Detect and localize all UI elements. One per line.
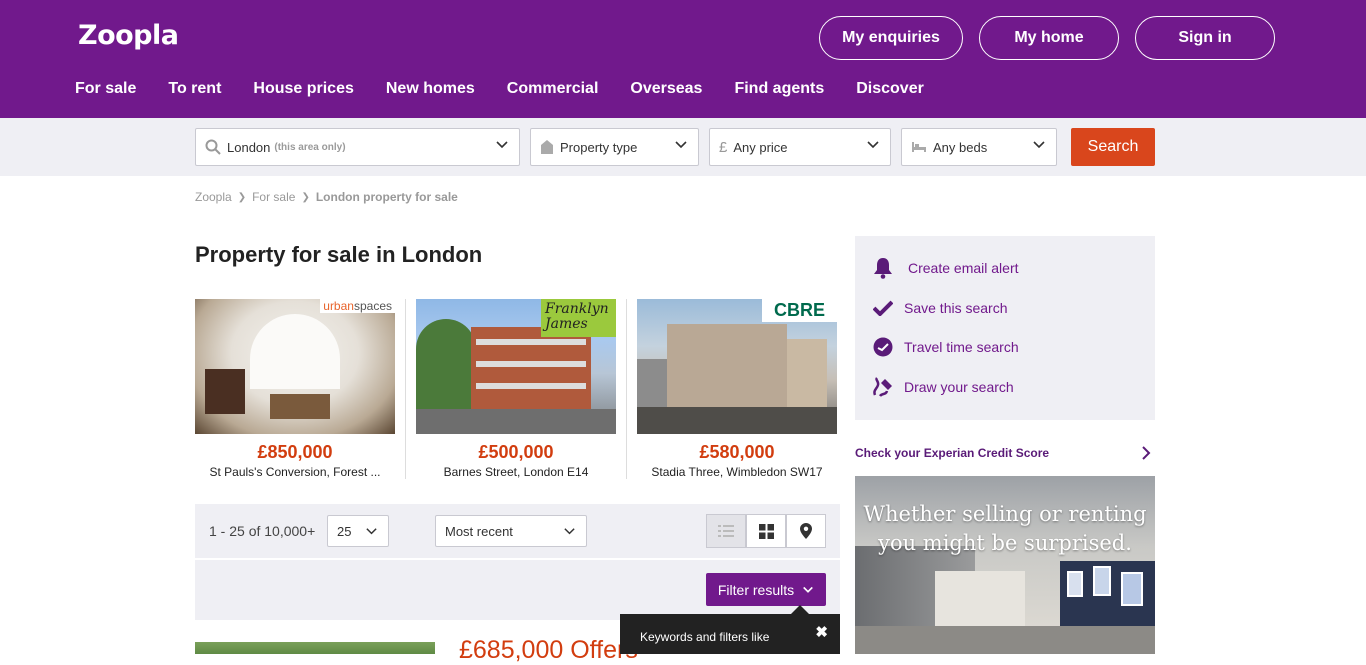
nav-to-rent[interactable]: To rent (168, 80, 221, 98)
my-home-button[interactable]: My home (979, 16, 1119, 60)
featured-property-card[interactable]: Franklyn James £500,000 Barnes Street, Lo… (416, 299, 616, 479)
checkmark-icon (872, 297, 894, 319)
draw-search-link[interactable]: Draw your search (872, 376, 1014, 398)
beds-value: Any beds (933, 139, 988, 155)
nav-house-prices[interactable]: House prices (253, 80, 353, 98)
tooltip-arrow (791, 605, 809, 614)
save-search-label: Save this search (904, 300, 1008, 316)
grid-icon (758, 523, 774, 539)
site-header: Zoopla My enquiries My home Sign in For … (0, 0, 1366, 118)
breadcrumb: Zoopla ❯ For sale ❯ London property for … (195, 190, 458, 204)
property-photo[interactable]: Franklyn James (416, 299, 616, 434)
featured-price: £580,000 (699, 442, 775, 462)
listing-photo[interactable] (195, 642, 435, 654)
bed-icon (912, 142, 926, 152)
divider (626, 299, 627, 479)
breadcrumb-current: London property for sale (315, 190, 458, 204)
featured-property-card[interactable]: urbanspaces £850,000 St Pauls's Conversi… (195, 299, 395, 479)
chevron-down-icon (803, 586, 814, 593)
credit-score-link[interactable]: Check your Experian Credit Score (855, 446, 1155, 460)
beds-select[interactable]: Any beds (901, 128, 1057, 166)
nav-discover[interactable]: Discover (856, 80, 924, 98)
featured-address[interactable]: St Pauls's Conversion, Forest ... (195, 465, 395, 479)
chevron-down-icon (366, 528, 377, 535)
property-photo[interactable]: urbanspaces (195, 299, 395, 434)
location-value: London (227, 139, 271, 155)
listing-price[interactable]: £685,000 Offers (459, 636, 638, 665)
results-count: 1 - 25 of 10,000+ (209, 523, 316, 539)
clock-icon (872, 336, 894, 358)
page-title: Property for sale in London (195, 242, 483, 267)
travel-time-search-label: Travel time search (904, 339, 1019, 355)
property-type-select[interactable]: Property type (530, 128, 699, 166)
price-select[interactable]: £ Any price (709, 128, 891, 166)
breadcrumb-for-sale[interactable]: For sale (252, 190, 295, 204)
sign-in-button[interactable]: Sign in (1135, 16, 1275, 60)
agent-logo: urbanspaces (320, 299, 395, 313)
list-view-button[interactable] (706, 514, 746, 548)
main-nav: For sale To rent House prices New homes … (75, 80, 956, 98)
nav-find-agents[interactable]: Find agents (734, 80, 824, 98)
zoopla-logo[interactable]: Zoopla (78, 20, 179, 51)
per-page-select[interactable]: 25 (327, 515, 389, 547)
advert-text: Whether selling or renting you might be … (863, 502, 1147, 555)
search-button[interactable]: Search (1071, 128, 1155, 166)
nav-new-homes[interactable]: New homes (386, 80, 475, 98)
filter-results-label: Filter results (717, 581, 795, 598)
sort-select[interactable]: Most recent (435, 515, 587, 547)
featured-property-card[interactable]: CBRE £580,000 Stadia Three, Wimbledon SW… (637, 299, 837, 479)
location-input[interactable]: London (this area only) (195, 128, 520, 166)
create-email-alert-link[interactable]: Create email alert (872, 257, 1019, 279)
property-type-value: Property type (560, 139, 638, 155)
chevron-right-icon: ❯ (301, 191, 310, 203)
per-page-value: 25 (337, 523, 352, 539)
featured-address[interactable]: Barnes Street, London E14 (416, 465, 616, 479)
divider (405, 299, 406, 479)
chevron-down-icon (564, 528, 575, 535)
house-icon (541, 140, 553, 154)
chevron-right-icon: ❯ (237, 191, 247, 203)
breadcrumb-zoopla[interactable]: Zoopla (195, 190, 232, 204)
price-value: Any price (733, 139, 788, 155)
list-icon (718, 525, 734, 537)
draw-icon (872, 376, 894, 398)
chevron-down-icon (1033, 141, 1045, 149)
location-hint: (this area only) (274, 141, 346, 153)
filter-results-button[interactable]: Filter results (706, 573, 826, 606)
pound-icon: £ (719, 138, 728, 156)
filter-tooltip: Keywords and filters like ✖ (620, 614, 840, 654)
nav-overseas[interactable]: Overseas (630, 80, 702, 98)
sort-value: Most recent (445, 523, 513, 539)
close-icon[interactable]: ✖ (815, 623, 828, 641)
featured-address[interactable]: Stadia Three, Wimbledon SW17 (637, 465, 837, 479)
chevron-down-icon (496, 141, 508, 149)
nav-for-sale[interactable]: For sale (75, 80, 136, 98)
create-email-alert-label: Create email alert (908, 260, 1019, 276)
draw-search-label: Draw your search (904, 379, 1014, 395)
agent-logo: CBRE (762, 299, 837, 322)
travel-time-search-link[interactable]: Travel time search (872, 336, 1019, 358)
map-view-button[interactable] (786, 514, 826, 548)
chevron-down-icon (867, 141, 879, 149)
save-search-link[interactable]: Save this search (872, 297, 1008, 319)
credit-score-label: Check your Experian Credit Score (855, 446, 1050, 460)
property-photo[interactable]: CBRE (637, 299, 837, 434)
tooltip-text: Keywords and filters like (640, 630, 770, 644)
search-icon (205, 139, 221, 155)
my-enquiries-button[interactable]: My enquiries (819, 16, 963, 60)
nav-commercial[interactable]: Commercial (507, 80, 599, 98)
featured-price: £850,000 (257, 442, 333, 462)
featured-price: £500,000 (478, 442, 554, 462)
chevron-down-icon (675, 141, 687, 149)
bell-icon (872, 257, 894, 279)
agent-logo: Franklyn James (541, 299, 616, 337)
advert-banner[interactable]: Whether selling or renting you might be … (855, 476, 1155, 654)
map-pin-icon (800, 523, 812, 539)
grid-view-button[interactable] (746, 514, 786, 548)
chevron-right-icon (1141, 446, 1151, 463)
